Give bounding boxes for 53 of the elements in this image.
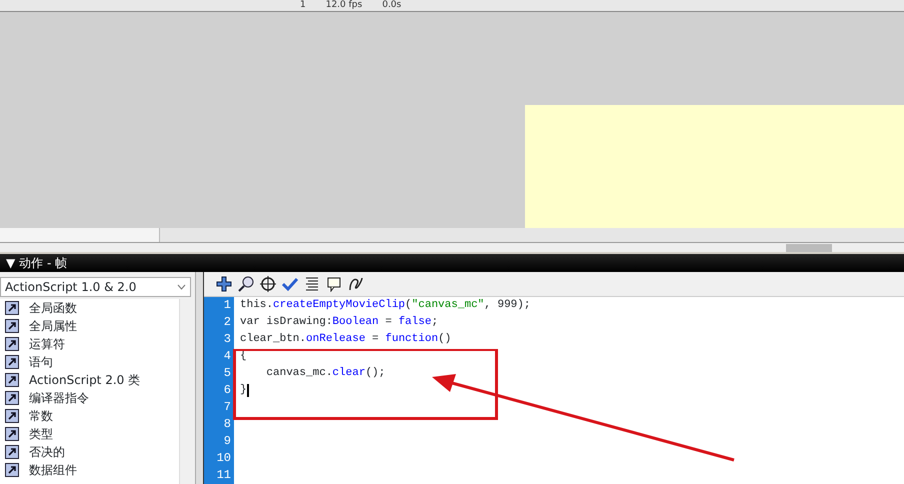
vertical-scrollbar[interactable] xyxy=(179,299,195,484)
elapsed-time: 0.0s xyxy=(382,0,402,11)
line-number: 7 xyxy=(222,399,232,416)
panel-resize-handle[interactable] xyxy=(786,244,832,252)
book-icon xyxy=(5,409,19,423)
panel-title: 动作 - 帧 xyxy=(19,255,68,272)
book-icon xyxy=(5,337,19,351)
toolbox-item[interactable]: 运算符 xyxy=(0,335,179,353)
book-icon xyxy=(5,301,19,315)
toolbox-item[interactable]: 语句 xyxy=(0,353,179,371)
code-line: } xyxy=(240,383,247,398)
search-icon[interactable] xyxy=(238,276,254,292)
collapse-arrow[interactable]: ▼ xyxy=(6,254,16,272)
toolbox-item[interactable]: 全局属性 xyxy=(0,317,179,335)
line-number: 10 xyxy=(216,450,232,467)
code-line: clear_btn.onRelease = function() xyxy=(240,332,452,347)
toolbox-item[interactable]: 常数 xyxy=(0,407,179,425)
line-number: 9 xyxy=(222,433,232,450)
line-number: 2 xyxy=(222,314,232,331)
toolbox-item[interactable]: 数据组件 xyxy=(0,461,179,479)
toolbox-item[interactable]: ActionScript 2.0 类 xyxy=(0,371,179,389)
checkmark-icon[interactable] xyxy=(282,276,298,292)
code-line: canvas_mc.clear(); xyxy=(265,366,386,381)
frame-rate: 12.0 fps xyxy=(326,0,362,11)
language-dropdown[interactable]: ActionScript 1.0 & 2.0 xyxy=(0,277,191,297)
line-number: 1 xyxy=(222,297,232,314)
frame-number: 1 xyxy=(300,0,306,11)
line-number: 11 xyxy=(216,467,232,484)
horizontal-scrollbar[interactable] xyxy=(0,228,904,242)
toolbox-item[interactable]: 编译器指令 xyxy=(0,389,179,407)
line-number: 4 xyxy=(222,348,232,365)
code-line: var isDrawing:Boolean = false; xyxy=(240,315,438,330)
book-icon xyxy=(5,373,19,387)
wand-icon[interactable] xyxy=(348,276,364,292)
line-number: 3 xyxy=(222,331,232,348)
line-number: 5 xyxy=(222,365,232,382)
book-icon xyxy=(5,355,19,369)
chevron-down-icon xyxy=(177,284,186,290)
line-number: 6 xyxy=(222,382,232,399)
toolbox-item[interactable]: 类型 xyxy=(0,425,179,443)
book-icon xyxy=(5,427,19,441)
toolbox-item[interactable]: 全局函数 xyxy=(0,299,179,317)
book-icon xyxy=(5,391,19,405)
add-icon[interactable] xyxy=(216,276,232,292)
book-icon xyxy=(5,463,19,477)
comment-icon[interactable] xyxy=(326,276,342,292)
toolbox-item[interactable]: 否决的 xyxy=(0,443,179,461)
align-lines-icon[interactable] xyxy=(304,276,320,292)
book-icon xyxy=(5,445,19,459)
crosshair-icon[interactable] xyxy=(260,276,276,292)
code-line: this.createEmptyMovieClip("canvas_mc", 999); xyxy=(240,298,530,313)
line-number: 8 xyxy=(222,416,232,433)
book-icon xyxy=(5,319,19,333)
